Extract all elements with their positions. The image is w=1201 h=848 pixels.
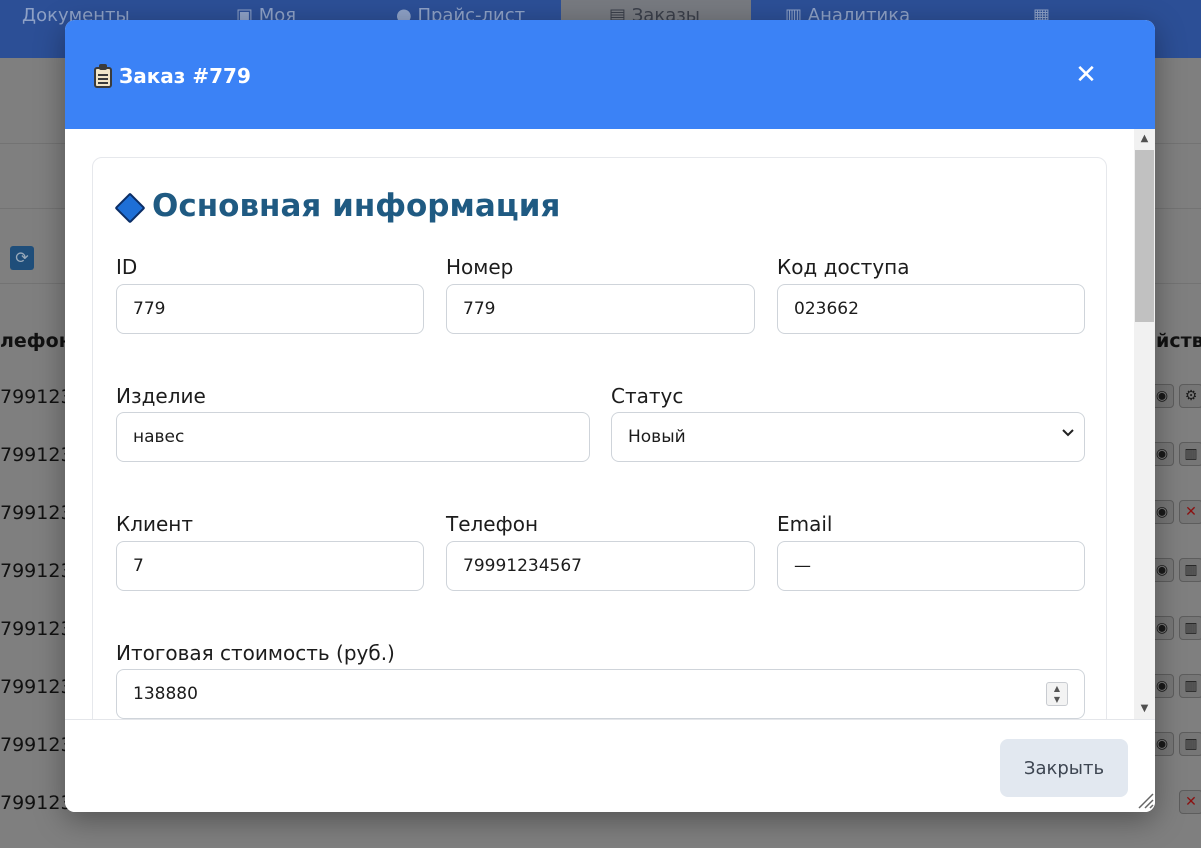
table-row-phone: 799123: [0, 560, 73, 582]
table-row-phone: 799123: [0, 618, 73, 640]
modal-footer: Закрыть: [65, 719, 1155, 812]
delete-x-icon[interactable]: ✕: [1179, 500, 1201, 524]
modal-body[interactable]: Основная информация ID 779 Номер 779 Код…: [65, 129, 1155, 719]
total-cost-label: Итоговая стоимость (руб.): [116, 641, 395, 665]
phone-label: Телефон: [446, 512, 539, 536]
id-label: ID: [116, 255, 138, 279]
close-button[interactable]: Закрыть: [1000, 739, 1128, 797]
refresh-icon[interactable]: ⟳: [10, 246, 34, 270]
delete-x-icon[interactable]: ✕: [1179, 790, 1201, 814]
trash-icon[interactable]: ▥: [1179, 674, 1201, 698]
total-cost-field[interactable]: 138880 ▲ ▼: [116, 669, 1085, 719]
close-icon[interactable]: ✕: [1073, 62, 1099, 88]
trash-icon[interactable]: ▥: [1179, 732, 1201, 756]
section-title-text: Основная информация: [152, 188, 561, 224]
email-label: Email: [777, 512, 833, 536]
table-row-phone: 799123: [0, 792, 73, 814]
phone-field[interactable]: 79991234567: [446, 541, 755, 591]
client-field[interactable]: 7: [116, 541, 424, 591]
access-code-label: Код доступа: [777, 255, 910, 279]
modal-title-text: Заказ #779: [119, 64, 251, 88]
scrollbar-thumb[interactable]: [1135, 150, 1154, 322]
modal-header: Заказ #779 ✕: [65, 20, 1155, 129]
id-field[interactable]: 779: [116, 284, 424, 334]
resize-grip-icon[interactable]: [1135, 790, 1155, 810]
email-field[interactable]: —: [777, 541, 1085, 591]
chevron-down-icon: [1062, 429, 1074, 437]
status-select-value: Новый: [628, 427, 686, 447]
gear-icon[interactable]: ⚙: [1179, 384, 1201, 408]
modal-title: Заказ #779: [93, 64, 251, 88]
product-field[interactable]: навес: [116, 412, 590, 462]
trash-icon[interactable]: ▥: [1179, 616, 1201, 640]
scroll-down-icon[interactable]: ▼: [1134, 701, 1155, 717]
order-modal: Заказ #779 ✕ Основная информация ID 779 …: [65, 20, 1155, 812]
access-code-field[interactable]: 023662: [777, 284, 1085, 334]
table-header-phone: лефон: [0, 330, 72, 352]
modal-scrollbar[interactable]: ▲ ▼: [1134, 129, 1155, 719]
product-label: Изделие: [116, 384, 206, 408]
number-stepper[interactable]: ▲ ▼: [1046, 682, 1068, 706]
scroll-up-icon[interactable]: ▲: [1134, 131, 1155, 147]
number-label: Номер: [446, 255, 514, 279]
main-info-section: Основная информация ID 779 Номер 779 Код…: [92, 157, 1107, 719]
stepper-up-icon[interactable]: ▲: [1047, 683, 1067, 694]
trash-icon[interactable]: ▥: [1179, 558, 1201, 582]
table-header-actions: йств: [1156, 330, 1201, 352]
stepper-down-icon[interactable]: ▼: [1047, 694, 1067, 705]
total-cost-value: 138880: [133, 684, 198, 704]
table-row-phone: 799123: [0, 444, 73, 466]
status-label: Статус: [611, 384, 684, 408]
number-field[interactable]: 779: [446, 284, 755, 334]
table-row-phone: 799123: [0, 676, 73, 698]
table-row-phone: 799123: [0, 734, 73, 756]
table-row-phone: 799123: [0, 502, 73, 524]
section-title: Основная информация: [116, 188, 560, 224]
clipboard-icon: [93, 64, 113, 88]
trash-icon[interactable]: ▥: [1179, 442, 1201, 466]
blue-diamond-icon: [116, 194, 140, 218]
table-row-phone: 799123: [0, 386, 73, 408]
client-label: Клиент: [116, 512, 194, 536]
status-select[interactable]: Новый: [611, 412, 1085, 462]
